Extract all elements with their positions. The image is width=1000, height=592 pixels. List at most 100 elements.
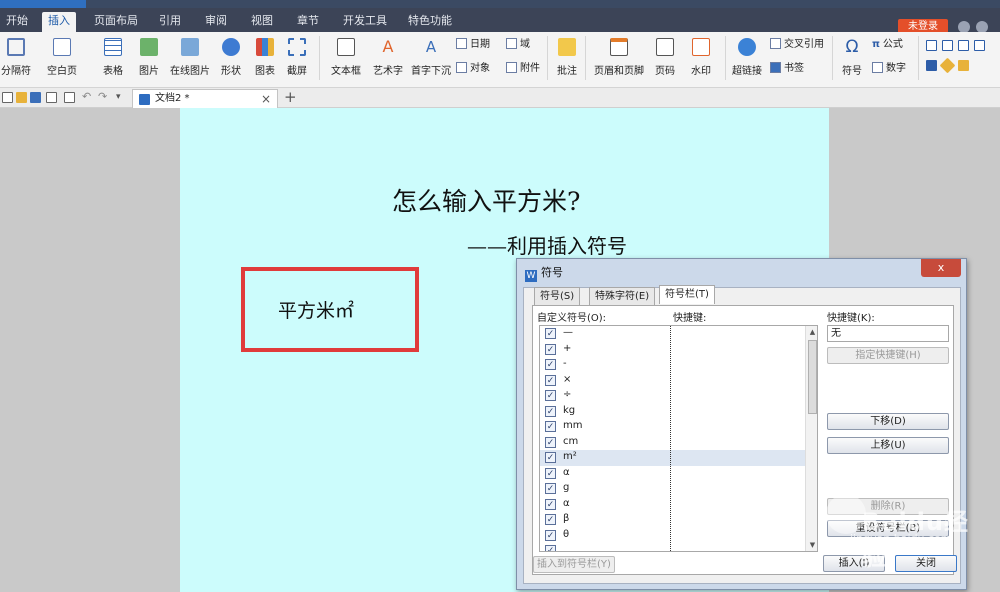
close-button[interactable]: 关闭 (895, 555, 957, 572)
number-button[interactable]: 数字 (872, 62, 906, 76)
list-item[interactable]: ✓ θ (540, 528, 805, 544)
cross-reference-button[interactable]: 交叉引用 (770, 38, 824, 52)
header-footer-button[interactable]: 页眉和页脚 (590, 38, 648, 78)
attachment-button[interactable]: 附件 (506, 62, 540, 76)
checkbox[interactable]: ✓ (545, 483, 556, 494)
list-item[interactable]: ✓ cm (540, 435, 805, 451)
shapes-button[interactable]: 形状 (214, 38, 248, 78)
print-preview-icon[interactable] (64, 92, 75, 103)
checkbox[interactable]: ✓ (545, 467, 556, 479)
menu-item-features[interactable]: 特色功能 (402, 12, 458, 30)
eraser-icon[interactable] (939, 57, 956, 74)
lock-icon[interactable] (958, 60, 969, 71)
delete-button[interactable]: 删除(R) (827, 498, 949, 515)
screenshot-button[interactable]: 截屏 (280, 38, 314, 78)
dialog-close-button[interactable]: x (921, 259, 961, 277)
scroll-thumb[interactable] (808, 340, 817, 414)
list-item[interactable]: ✓ - (540, 357, 805, 373)
table-button[interactable]: 表格 (96, 38, 130, 78)
page-break-button[interactable]: 分隔符 (0, 38, 36, 78)
list-item[interactable]: ✓ + (540, 342, 805, 358)
design-mode-icon[interactable] (926, 60, 937, 71)
menu-item-layout[interactable]: 页面布局 (88, 12, 144, 30)
tab-symbol-bar[interactable]: 符号栏(T) (659, 285, 715, 304)
checkbox[interactable]: ✓ (545, 452, 556, 463)
menu-item-references[interactable]: 引用 (153, 12, 187, 30)
custom-symbol-list[interactable]: ✓ — ✓ + ✓ - ✓ × ✓ ÷ ✓ kg ✓ mm ✓ cm ✓ m² ✓ α ✓ g ✓ α … (539, 325, 818, 552)
list-item-selected[interactable]: ✓ m² (540, 450, 805, 466)
list-item[interactable]: ✓ g (540, 481, 805, 497)
hyperlink-button[interactable]: 超链接 (728, 38, 766, 78)
form-field-icon[interactable] (974, 40, 985, 51)
list-item[interactable]: ✓ kg (540, 404, 805, 420)
checkbox[interactable]: ✓ (545, 343, 556, 355)
menu-item-developer[interactable]: 开发工具 (337, 12, 393, 30)
menu-item-insert[interactable]: 插入 (42, 12, 76, 32)
checkbox-icon[interactable] (942, 40, 953, 51)
checkbox[interactable]: ✓ (545, 529, 556, 541)
picture-button[interactable]: 图片 (132, 38, 166, 78)
list-item[interactable]: ✓ (540, 543, 805, 551)
field-button[interactable]: 域 (506, 38, 530, 52)
save-icon[interactable] (30, 92, 41, 103)
scroll-down-icon[interactable]: ▼ (808, 541, 817, 550)
tab-special-chars[interactable]: 特殊字符(E) (589, 287, 656, 305)
list-item[interactable]: ✓ × (540, 373, 805, 389)
date-button[interactable]: 日期 (456, 38, 490, 52)
drop-cap-button[interactable]: A 首字下沉 (408, 38, 454, 78)
shortcut-key-field[interactable]: 无 (827, 325, 949, 342)
text-box-button[interactable]: 文本框 (324, 38, 368, 78)
chart-button[interactable]: 图表 (248, 38, 282, 78)
move-up-button[interactable]: 上移(U) (827, 437, 949, 454)
checkbox[interactable]: ✓ (545, 405, 556, 417)
scroll-up-icon[interactable]: ▲ (808, 328, 817, 337)
new-tab-button[interactable]: + (284, 88, 297, 107)
redo-icon[interactable]: ↷ (98, 91, 109, 102)
new-icon[interactable] (2, 92, 13, 103)
assign-shortcut-button[interactable]: 指定快捷键(H) (827, 347, 949, 364)
form-icon[interactable] (926, 40, 937, 51)
checkbox[interactable]: ✓ (545, 545, 556, 551)
online-picture-button[interactable]: 在线图片 (168, 38, 212, 78)
word-art-button[interactable]: A 艺术字 (368, 38, 408, 78)
blank-page-button[interactable]: 空白页 (40, 38, 84, 78)
menu-item-chapter[interactable]: 章节 (291, 12, 325, 30)
menu-item-home[interactable]: 开始 (0, 12, 34, 30)
checkbox[interactable]: ✓ (545, 421, 556, 432)
list-item[interactable]: ✓ mm (540, 419, 805, 435)
print-icon[interactable] (46, 92, 57, 103)
symbol-button[interactable]: Ω 符号 (836, 38, 868, 78)
checkbox[interactable]: ✓ (545, 498, 556, 510)
list-item[interactable]: ✓ — (540, 326, 805, 342)
document-tab[interactable]: 文档2 * × (132, 89, 278, 108)
frame-icon[interactable] (958, 40, 969, 51)
close-tab-icon[interactable]: × (261, 90, 271, 108)
formula-button[interactable]: π 公式 (872, 38, 903, 52)
list-item[interactable]: ✓ ÷ (540, 388, 805, 404)
checkbox[interactable]: ✓ (545, 514, 556, 525)
checkbox[interactable]: ✓ (545, 328, 556, 339)
page-number-button[interactable]: 页码 (648, 38, 682, 78)
list-item[interactable]: ✓ α (540, 497, 805, 513)
reset-symbol-bar-button[interactable]: 重设符号栏(B) (827, 520, 949, 537)
undo-icon[interactable]: ↶ (82, 91, 93, 102)
move-down-button[interactable]: 下移(D) (827, 413, 949, 430)
list-item[interactable]: ✓ β (540, 512, 805, 528)
checkbox[interactable]: ✓ (545, 390, 556, 401)
menu-item-view[interactable]: 视图 (245, 12, 279, 30)
checkbox[interactable]: ✓ (545, 359, 556, 370)
menu-item-review[interactable]: 审阅 (199, 12, 233, 30)
checkbox[interactable]: ✓ (545, 436, 556, 448)
tab-symbols[interactable]: 符号(S) (534, 287, 581, 305)
app-badge[interactable] (0, 0, 86, 8)
comment-button[interactable]: 批注 (552, 38, 582, 78)
checkbox[interactable]: ✓ (545, 374, 556, 386)
open-icon[interactable] (16, 92, 27, 103)
object-button[interactable]: 对象 (456, 62, 490, 76)
insert-to-bar-button[interactable]: 插入到符号栏(Y) (533, 556, 615, 573)
list-item[interactable]: ✓ α (540, 466, 805, 482)
watermark-button[interactable]: 水印 (684, 38, 718, 78)
insert-button[interactable]: 插入(I) (823, 555, 885, 572)
bookmark-button[interactable]: 书签 (770, 62, 804, 76)
list-scrollbar[interactable]: ▲ ▼ (805, 326, 817, 551)
